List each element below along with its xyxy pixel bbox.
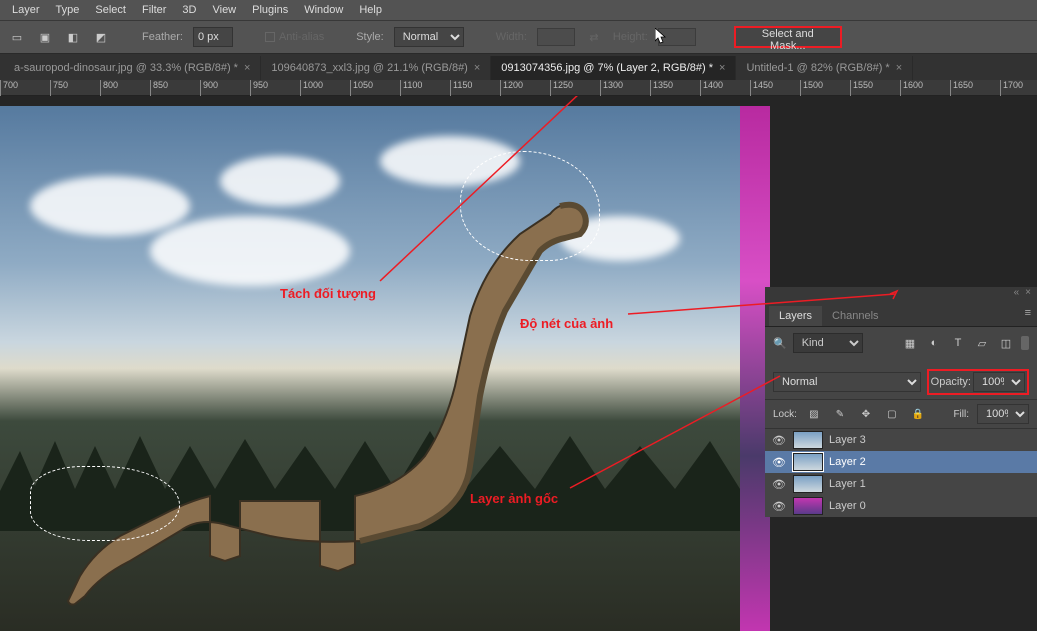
menu-filter[interactable]: Filter (134, 4, 174, 16)
layer-list: 👁Layer 3 👁Layer 2 👁Layer 1 👁Layer 0 (765, 429, 1037, 517)
layer-row[interactable]: 👁Layer 1 (765, 473, 1037, 495)
panel-collapse-bar[interactable]: «× (765, 287, 1037, 301)
visibility-icon[interactable]: 👁 (771, 456, 787, 469)
add-selection-icon[interactable]: ▣ (36, 28, 54, 46)
opacity-label: Opacity: (931, 376, 971, 388)
filter-image-icon[interactable]: ▦ (901, 334, 919, 352)
horizontal-ruler: 7007508008509009501000105011001150120012… (0, 80, 1037, 96)
close-icon[interactable]: × (1025, 287, 1031, 301)
menu-select[interactable]: Select (87, 4, 134, 16)
layers-tab[interactable]: Layers (769, 306, 822, 326)
blend-mode-select[interactable]: Normal (773, 372, 921, 392)
style-select[interactable]: Normal (394, 27, 464, 47)
close-icon[interactable]: × (896, 62, 902, 74)
doc-tab-0[interactable]: a-sauropod-dinosaur.jpg @ 33.3% (RGB/8#)… (4, 56, 261, 80)
feather-input[interactable] (193, 27, 233, 47)
menu-layer[interactable]: Layer (4, 4, 48, 16)
channels-tab[interactable]: Channels (822, 306, 888, 326)
filter-smart-icon[interactable]: ◫ (997, 334, 1015, 352)
menu-view[interactable]: View (204, 4, 244, 16)
lock-artboard-icon[interactable]: ▢ (883, 405, 901, 423)
select-and-mask-button[interactable]: Select and Mask... (734, 26, 842, 48)
layers-panel: «× Layers Channels ≡ 🔍 Kind ▦ ◐ T ▱ ◫ No… (765, 301, 1037, 517)
menu-type[interactable]: Type (48, 4, 88, 16)
visibility-icon[interactable]: 👁 (771, 500, 787, 513)
fill-input[interactable]: 100% (977, 404, 1029, 424)
style-label: Style: (356, 31, 384, 43)
height-label: Height: (613, 31, 648, 43)
panel-menu-icon[interactable]: ≡ (1025, 307, 1031, 319)
menu-window[interactable]: Window (296, 4, 351, 16)
visibility-icon[interactable]: 👁 (771, 434, 787, 447)
subtract-selection-icon[interactable]: ◧ (64, 28, 82, 46)
feather-label: Feather: (142, 31, 183, 43)
intersect-selection-icon[interactable]: ◩ (92, 28, 110, 46)
annotation-1: Tách đối tượng (280, 286, 376, 301)
layer-row[interactable]: 👁Layer 2 (765, 451, 1037, 473)
antialias-checkbox: Anti-alias (265, 31, 324, 43)
width-input (537, 28, 575, 46)
selection-marquee-tail (30, 466, 180, 541)
menu-3d[interactable]: 3D (174, 4, 204, 16)
layer-row[interactable]: 👁Layer 0 (765, 495, 1037, 517)
width-label: Width: (496, 31, 527, 43)
opacity-input[interactable]: 100% (973, 372, 1025, 392)
lock-label: Lock: (773, 409, 797, 420)
close-icon[interactable]: × (474, 62, 480, 74)
lock-pixels-icon[interactable]: ▨ (805, 405, 823, 423)
menu-help[interactable]: Help (351, 4, 390, 16)
menu-plugins[interactable]: Plugins (244, 4, 296, 16)
canvas-area[interactable]: Tách đối tượng Độ nét của ảnh Layer ảnh … (0, 96, 1037, 631)
lock-all-icon[interactable]: 🔒 (909, 405, 927, 423)
doc-tab-3[interactable]: Untitled-1 @ 82% (RGB/8#) *× (736, 56, 913, 80)
mouse-cursor (655, 28, 669, 46)
visibility-icon[interactable]: 👁 (771, 478, 787, 491)
main-menu-bar: Layer Type Select Filter 3D View Plugins… (0, 0, 1037, 20)
filter-type-icon[interactable]: T (949, 334, 967, 352)
close-icon[interactable]: × (244, 62, 250, 74)
options-bar: ▭ ▣ ◧ ◩ Feather: Anti-alias Style: Norma… (0, 20, 1037, 54)
close-icon[interactable]: × (719, 62, 725, 74)
layer-filter-select[interactable]: Kind (793, 333, 863, 353)
annotation-3: Layer ảnh gốc (470, 491, 558, 506)
annotation-2: Độ nét của ảnh (520, 316, 613, 331)
collapse-icon[interactable]: « (1014, 287, 1020, 301)
lock-position-icon[interactable]: ✥ (857, 405, 875, 423)
filter-shape-icon[interactable]: ▱ (973, 334, 991, 352)
doc-tab-2[interactable]: 0913074356.jpg @ 7% (Layer 2, RGB/8#) *× (491, 56, 736, 80)
doc-tab-1[interactable]: 109640873_xxl3.jpg @ 21.1% (RGB/8#)× (261, 56, 491, 80)
layer-row[interactable]: 👁Layer 3 (765, 429, 1037, 451)
new-selection-icon[interactable]: ▭ (8, 28, 26, 46)
lock-brush-icon[interactable]: ✎ (831, 405, 849, 423)
document-tabs: a-sauropod-dinosaur.jpg @ 33.3% (RGB/8#)… (0, 54, 1037, 80)
swap-icon: ⇄ (585, 28, 603, 46)
filter-adjust-icon[interactable]: ◐ (925, 334, 943, 352)
document-image[interactable]: Tách đối tượng Độ nét của ảnh Layer ảnh … (0, 106, 740, 631)
fill-label: Fill: (953, 409, 969, 420)
